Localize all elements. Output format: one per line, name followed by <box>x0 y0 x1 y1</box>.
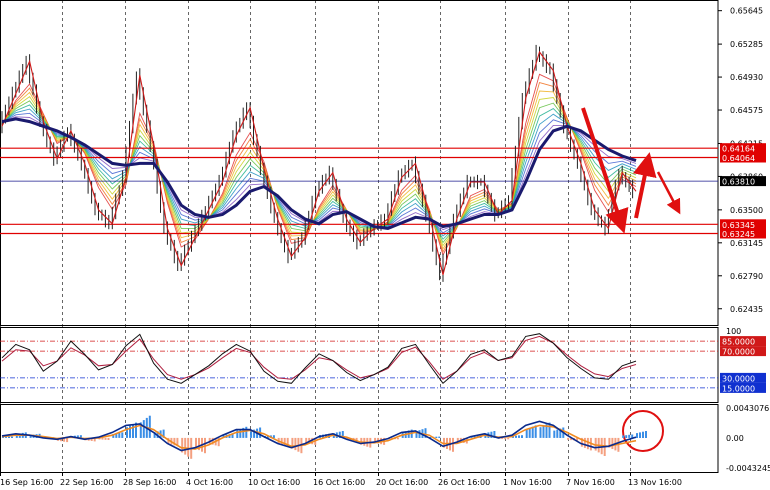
time-axis-label: 20 Oct 16:00 <box>376 478 428 487</box>
price-axis-label: 0.62790 <box>730 272 763 281</box>
macd-histogram-bar <box>628 434 631 438</box>
macd-histogram-bar <box>525 429 528 438</box>
price-axis-label: 0.65645 <box>730 7 763 16</box>
time-axis-label: 10 Oct 16:00 <box>248 478 300 487</box>
time-axis-label: 7 Nov 16:00 <box>566 478 615 487</box>
time-axis-label: 26 Oct 16:00 <box>438 478 490 487</box>
macd-histogram-bar <box>504 437 507 440</box>
macd-histogram-bar <box>586 437 589 450</box>
macd-histogram-bar <box>132 424 134 438</box>
price-axis-label: 0.62435 <box>730 305 763 314</box>
stochastic-axis-top: 100 <box>726 327 741 336</box>
stochastic-level-label: 85.0000 <box>722 338 755 347</box>
macd-histogram-bar <box>101 437 104 440</box>
time-axis-label: 22 Sep 16:00 <box>60 478 113 487</box>
macd-histogram-bar <box>107 437 110 440</box>
time-axis-label: 13 Nov 16:00 <box>628 478 682 487</box>
price-axis-label: 0.65285 <box>730 40 763 49</box>
price-axis: 0.656450.652850.649300.645750.642150.638… <box>718 0 770 490</box>
macd-histogram-bar <box>8 436 10 438</box>
macd-histogram-bar <box>66 437 69 443</box>
chart-window[interactable]: 0.656450.652850.649300.645750.642150.638… <box>0 0 770 490</box>
stochastic-level-label: 15.0000 <box>722 384 755 393</box>
macd-histogram-bar <box>645 431 647 438</box>
macd-histogram-bar <box>11 436 13 438</box>
macd-histogram-bar <box>396 437 399 440</box>
macd-axis-label: -0.0043245 <box>726 464 770 473</box>
time-axis-label: 1 Nov 16:00 <box>503 478 552 487</box>
stochastic-level-label: 70.0000 <box>722 348 755 357</box>
macd-histogram-bar <box>539 427 542 438</box>
macd-histogram-bar <box>636 433 638 438</box>
macd-histogram-bar <box>639 432 641 438</box>
stochastic-level-label: 30.0000 <box>722 374 755 383</box>
macd-histogram-bar <box>518 435 520 438</box>
chart-background <box>0 0 770 490</box>
time-axis-label: 28 Sep 16:00 <box>123 478 176 487</box>
time-axis-label: 16 Sep 16:00 <box>0 478 53 487</box>
current-price-label: 0.63810 <box>722 178 755 187</box>
macd-histogram-bar <box>118 432 121 438</box>
macd-histogram-bar <box>553 430 556 438</box>
macd-histogram-bar <box>187 437 190 457</box>
time-axis-label: 16 Oct 16:00 <box>313 478 365 487</box>
price-axis-label: 0.63500 <box>730 206 763 215</box>
macd-histogram-bar <box>625 435 628 438</box>
level-label: 0.63345 <box>722 221 755 230</box>
level-label: 0.63245 <box>722 230 755 239</box>
price-axis-label: 0.64575 <box>730 106 763 115</box>
macd-histogram-bar <box>521 435 523 438</box>
macd-histogram-bar <box>121 432 124 438</box>
macd-histogram-bar <box>507 437 510 440</box>
macd-histogram-bar <box>583 437 586 448</box>
macd-histogram-bar <box>435 436 438 438</box>
macd-histogram-bar <box>250 430 253 438</box>
macd-histogram-bar <box>622 435 625 438</box>
macd-histogram-bar <box>245 426 248 438</box>
macd-axis-label: 0.0043076 <box>726 404 769 413</box>
macd-axis-label: 0.00 <box>726 434 744 443</box>
macd-histogram-bar <box>556 429 559 438</box>
price-axis-label: 0.63145 <box>730 239 763 248</box>
macd-histogram-bar <box>567 437 570 440</box>
macd-histogram-bar <box>104 437 107 440</box>
macd-histogram-bar <box>148 415 151 438</box>
macd-histogram-bar <box>642 431 644 438</box>
macd-histogram-bar <box>142 420 145 438</box>
macd-histogram-bar <box>184 437 187 455</box>
macd-histogram-bar <box>611 437 614 449</box>
macd-histogram-bar <box>294 437 297 451</box>
macd-histogram-bar <box>542 425 545 438</box>
time-axis-label: 4 Oct 16:00 <box>186 478 233 487</box>
macd-histogram-bar <box>452 437 454 452</box>
macd-histogram-bar <box>515 435 517 438</box>
price-axis-label: 0.64930 <box>730 73 763 82</box>
level-label: 0.64164 <box>722 145 755 154</box>
level-label: 0.64064 <box>722 154 755 163</box>
macd-histogram-bar <box>438 436 441 438</box>
